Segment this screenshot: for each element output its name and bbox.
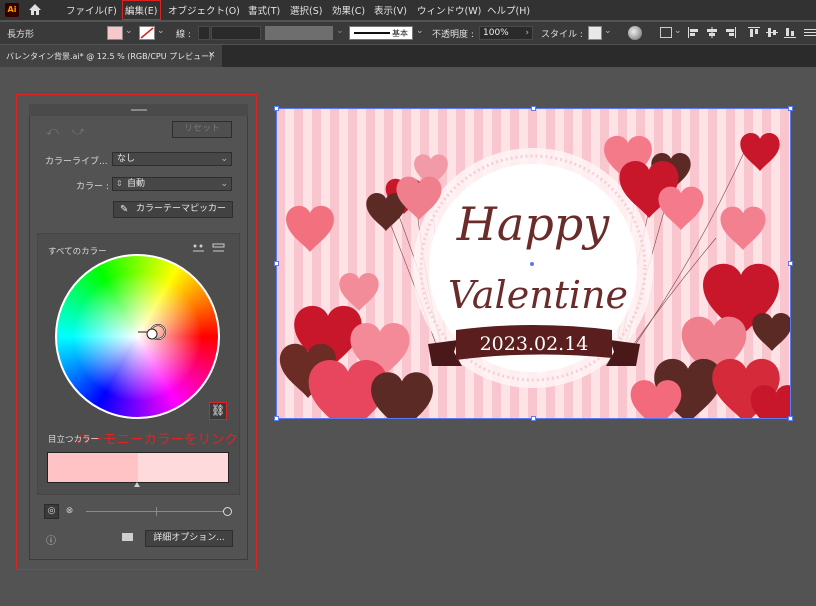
align-bottom-icon[interactable] xyxy=(784,27,796,38)
align-right-icon[interactable] xyxy=(724,27,736,38)
tool-name: 長方形 xyxy=(7,30,35,40)
opacity-input[interactable]: 100% › xyxy=(479,26,533,40)
menu-effect[interactable]: 効果(C) xyxy=(332,3,365,17)
panel-highlight-outline xyxy=(16,94,257,570)
align-hcenter-icon[interactable] xyxy=(706,27,718,38)
menu-help[interactable]: ヘルプ(H) xyxy=(487,3,530,17)
stroke-label: 線 : xyxy=(176,30,191,40)
menu-window[interactable]: ウィンドウ(W) xyxy=(417,3,481,17)
more-options-icon[interactable] xyxy=(804,27,816,38)
handle-top-left[interactable] xyxy=(274,106,279,111)
recolor-artwork-icon[interactable] xyxy=(628,26,642,40)
stroke-weight-stepper[interactable] xyxy=(198,26,210,40)
menu-object[interactable]: オブジェクト(O) xyxy=(168,3,240,17)
handle-top-right[interactable] xyxy=(788,106,793,111)
menu-file[interactable]: ファイル(F) xyxy=(66,3,117,17)
menu-view[interactable]: 表示(V) xyxy=(374,3,407,17)
fill-swatch[interactable] xyxy=(107,26,123,40)
brush-chevron-icon[interactable]: ⌄ xyxy=(416,26,424,36)
stroke-weight-input[interactable] xyxy=(211,26,261,40)
menu-type[interactable]: 書式(T) xyxy=(248,3,280,17)
close-icon[interactable]: × xyxy=(208,50,216,60)
style-chevron-icon[interactable]: ⌄ xyxy=(604,26,612,36)
selection-bounding-box xyxy=(276,108,791,419)
align-top-icon[interactable] xyxy=(748,27,760,38)
opacity-arrow-icon[interactable]: › xyxy=(525,27,529,39)
style-label: スタイル : xyxy=(541,30,583,40)
brush-style-label: 基本 xyxy=(392,29,408,38)
align-to-icon[interactable] xyxy=(660,27,672,38)
align-chevron-icon[interactable]: ⌄ xyxy=(674,26,682,36)
menu-select[interactable]: 選択(S) xyxy=(290,3,322,17)
edit-menu-highlight xyxy=(122,0,161,20)
opacity-value: 100% xyxy=(483,28,509,38)
handle-bottom-center[interactable] xyxy=(531,416,536,421)
opacity-label: 不透明度 : xyxy=(432,30,474,40)
handle-bottom-left[interactable] xyxy=(274,416,279,421)
control-bar: 長方形 ⌄ ⌄ 線 : ⌄ 基本 ⌄ 不透明度 : 100% › スタイル : ⌄… xyxy=(0,22,816,44)
profile-chevron-icon[interactable]: ⌄ xyxy=(336,26,344,36)
document-tab-title: バレンタイン背景.ai* @ 12.5 % (RGB/CPU プレビュー) xyxy=(6,52,213,61)
fill-chevron-icon[interactable]: ⌄ xyxy=(125,26,133,36)
document-tab[interactable]: バレンタイン背景.ai* @ 12.5 % (RGB/CPU プレビュー) × xyxy=(0,45,222,67)
home-icon[interactable] xyxy=(28,3,42,19)
handle-bottom-right[interactable] xyxy=(788,416,793,421)
illustrator-logo: Ai xyxy=(5,3,19,17)
align-left-icon[interactable] xyxy=(688,27,700,38)
stroke-chevron-icon[interactable]: ⌄ xyxy=(157,26,165,36)
stroke-swatch[interactable] xyxy=(139,26,155,40)
variable-width-profile[interactable] xyxy=(265,26,333,40)
brush-definition[interactable]: 基本 xyxy=(349,26,413,40)
handle-top-center[interactable] xyxy=(531,106,536,111)
graphic-style-swatch[interactable] xyxy=(588,26,602,40)
align-vcenter-icon[interactable] xyxy=(766,27,778,38)
handle-middle-left[interactable] xyxy=(274,261,279,266)
handle-middle-right[interactable] xyxy=(788,261,793,266)
